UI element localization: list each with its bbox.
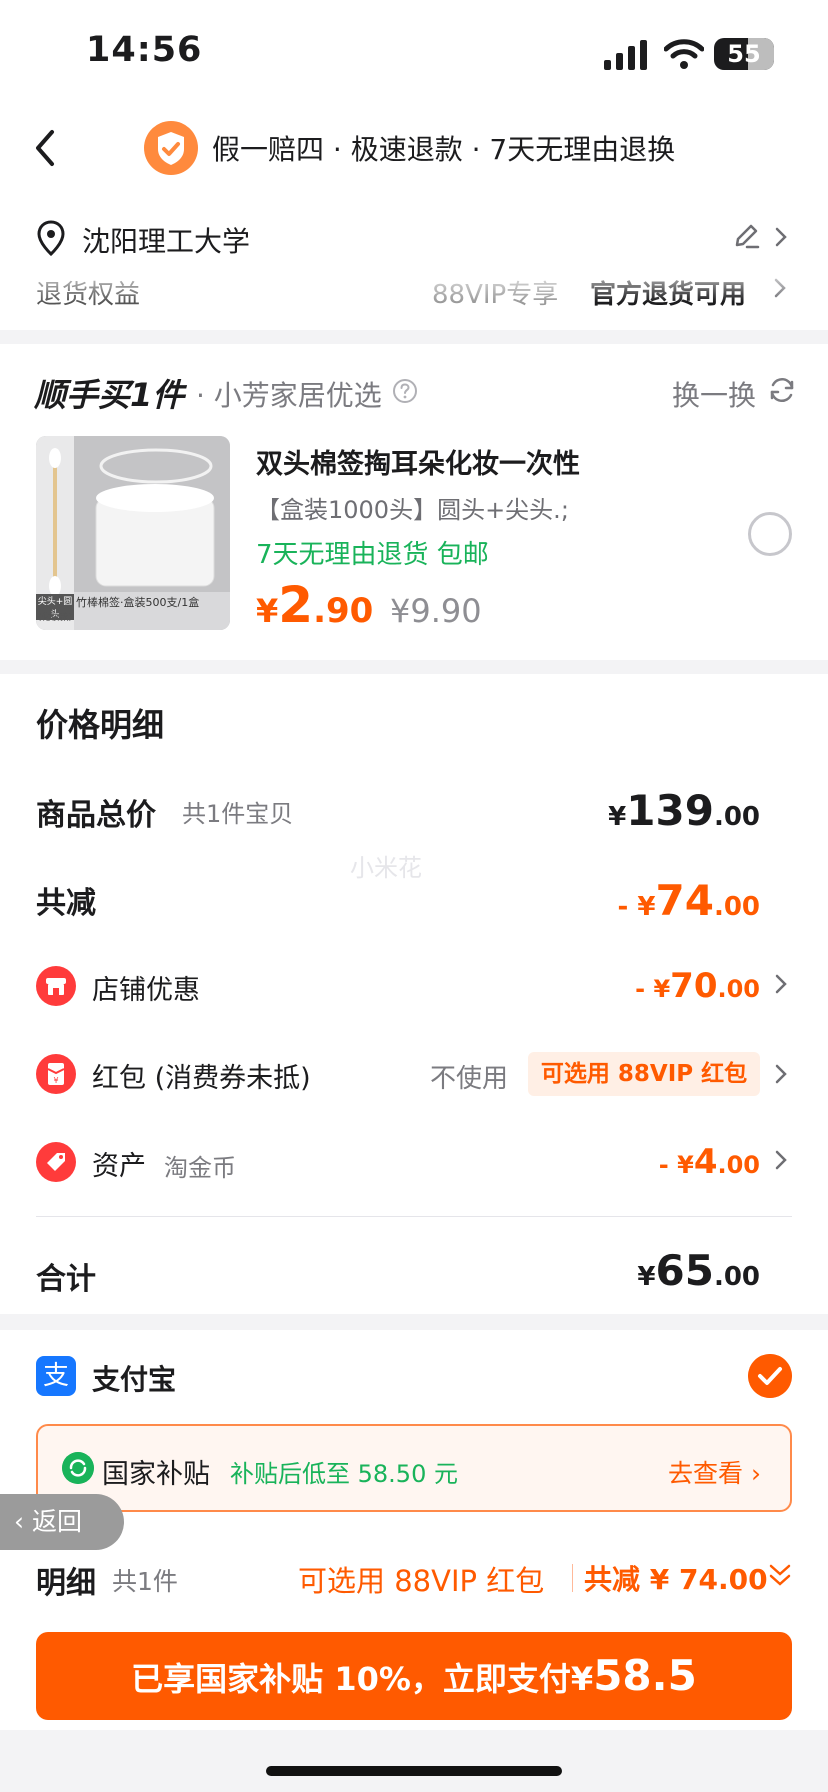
amount-decimal: .00	[717, 1151, 760, 1179]
pay-button-text: 已享国家补贴 10%，立即支付¥	[131, 1660, 594, 1698]
status-time: 14:56	[86, 30, 203, 70]
battery-icon: 55	[714, 38, 774, 70]
location-pin-icon	[37, 220, 65, 256]
alipay-icon: 支	[36, 1356, 76, 1396]
amount-prefix: - ¥	[635, 975, 671, 1003]
amount-integer: 139	[626, 786, 714, 835]
watermark-text: 小米花	[350, 854, 422, 882]
wifi-icon	[664, 39, 704, 69]
product-image[interactable]: 竹棒棉签·盒装500支/1盒 尖头+圆头 (化妆款)	[36, 436, 230, 630]
summary-reduction[interactable]: 共减 ¥ 74.00	[584, 1558, 768, 1598]
swap-button[interactable]: 换一换	[672, 374, 756, 414]
price-currency: ¥	[256, 592, 279, 630]
goods-count: 共1件宝贝	[182, 800, 294, 828]
double-chevron-down-icon[interactable]	[768, 1562, 792, 1590]
chevron-right-icon	[775, 227, 787, 247]
subsidy-icon	[62, 1452, 94, 1484]
subsidy-description: 补贴后低至 58.50 元	[230, 1460, 458, 1488]
summary-separator	[572, 1564, 573, 1592]
product-price: ¥2.90	[256, 576, 373, 634]
product-spec: 【盒装1000头】圆头+尖头.;	[256, 496, 569, 524]
product-original-price: ¥9.90	[390, 592, 482, 630]
product-image-caption: 竹棒棉签·盒装500支/1盒	[76, 596, 200, 609]
amount-integer: 70	[670, 966, 718, 1006]
shop-discount-label: 店铺优惠	[92, 975, 200, 1006]
sum-amount: ¥65.00	[606, 1246, 760, 1295]
chevron-left-icon: ‹	[14, 1507, 32, 1536]
asset-sub-label: 淘金币	[164, 1154, 236, 1182]
edit-pencil-icon[interactable]	[732, 222, 760, 250]
pay-now-button[interactable]: 已享国家补贴 10%，立即支付¥58.5	[36, 1632, 792, 1720]
guarantee-banner: 假一赔四 · 极速退款 · 7天无理由退换	[212, 133, 676, 166]
total-reduction-amount: - ¥74.00	[560, 876, 760, 925]
goods-total-label: 商品总价	[36, 798, 156, 833]
amount-integer: 4	[693, 1142, 718, 1182]
home-indicator[interactable]	[266, 1766, 562, 1776]
shield-check-icon	[144, 121, 198, 175]
price-decimal: .90	[313, 591, 374, 631]
asset-label: 资产	[92, 1151, 146, 1182]
chevron-right-icon	[775, 1150, 787, 1170]
amount-prefix: - ¥	[617, 892, 656, 922]
red-packet-label: 红包 (消费券未抵)	[92, 1063, 311, 1094]
summary-vip-red-packet[interactable]: 可选用 88VIP 红包	[298, 1558, 544, 1600]
chevron-right-icon	[775, 1064, 787, 1084]
refresh-icon[interactable]	[768, 376, 796, 404]
product-image-tag-2: (化妆款)	[37, 613, 73, 623]
shop-discount-icon	[36, 966, 76, 1006]
floating-back-label: 返回	[31, 1507, 82, 1536]
summary-count: 共1件	[112, 1567, 178, 1596]
total-reduction-label: 共减	[36, 886, 96, 921]
vip-red-packet-tag[interactable]: 可选用 88VIP 红包	[528, 1052, 760, 1096]
upsell-title: 顺手买1件	[34, 376, 185, 414]
asset-amount[interactable]: - ¥4.00	[600, 1142, 760, 1182]
address-text: 沈阳理工大学	[82, 225, 251, 258]
amount-integer: 65	[655, 1246, 714, 1295]
sum-label: 合计	[36, 1262, 96, 1297]
red-packet-icon: ¥	[36, 1054, 76, 1094]
product-name[interactable]: 双头棉签掏耳朵化妆一次性	[256, 442, 580, 481]
amount-currency: ¥	[608, 802, 627, 832]
check-selected-icon[interactable]	[748, 1354, 792, 1398]
help-question-icon[interactable]	[392, 378, 418, 404]
amount-decimal: .00	[717, 975, 760, 1003]
asset-tag-icon	[36, 1142, 76, 1182]
product-promo: 7天无理由退货 包邮	[256, 540, 489, 570]
chevron-right-icon	[775, 974, 787, 994]
amount-decimal: .00	[713, 892, 760, 922]
svg-text:¥: ¥	[53, 1076, 58, 1085]
add-item-radio[interactable]	[748, 512, 792, 556]
subsidy-view-link[interactable]: 去查看 ›	[668, 1454, 761, 1490]
scroll-fade	[0, 262, 828, 302]
signal-icon	[604, 40, 647, 70]
goods-total-amount: ¥139.00	[606, 786, 760, 835]
amount-integer: 74	[655, 876, 714, 925]
alipay-label[interactable]: 支付宝	[92, 1358, 176, 1398]
back-chevron-icon[interactable]	[30, 128, 60, 168]
upsell-shop-name: · 小芳家居优选	[196, 379, 382, 412]
amount-currency: ¥	[637, 1262, 656, 1292]
battery-level: 55	[727, 40, 761, 68]
subsidy-label: 国家补贴	[102, 1459, 210, 1490]
amount-prefix: - ¥	[658, 1151, 694, 1179]
shop-discount-amount[interactable]: - ¥70.00	[600, 966, 760, 1006]
divider	[36, 1216, 792, 1217]
floating-back-button[interactable]: ‹ 返回	[0, 1494, 124, 1550]
amount-decimal: .00	[713, 1262, 760, 1292]
pay-button-amount: 58.5	[593, 1651, 697, 1700]
summary-label: 明细	[36, 1566, 96, 1601]
price-integer: 2	[278, 576, 314, 634]
red-packet-unused[interactable]: 不使用	[430, 1058, 508, 1095]
price-detail-title: 价格明细	[36, 706, 165, 744]
amount-decimal: .00	[713, 802, 760, 832]
